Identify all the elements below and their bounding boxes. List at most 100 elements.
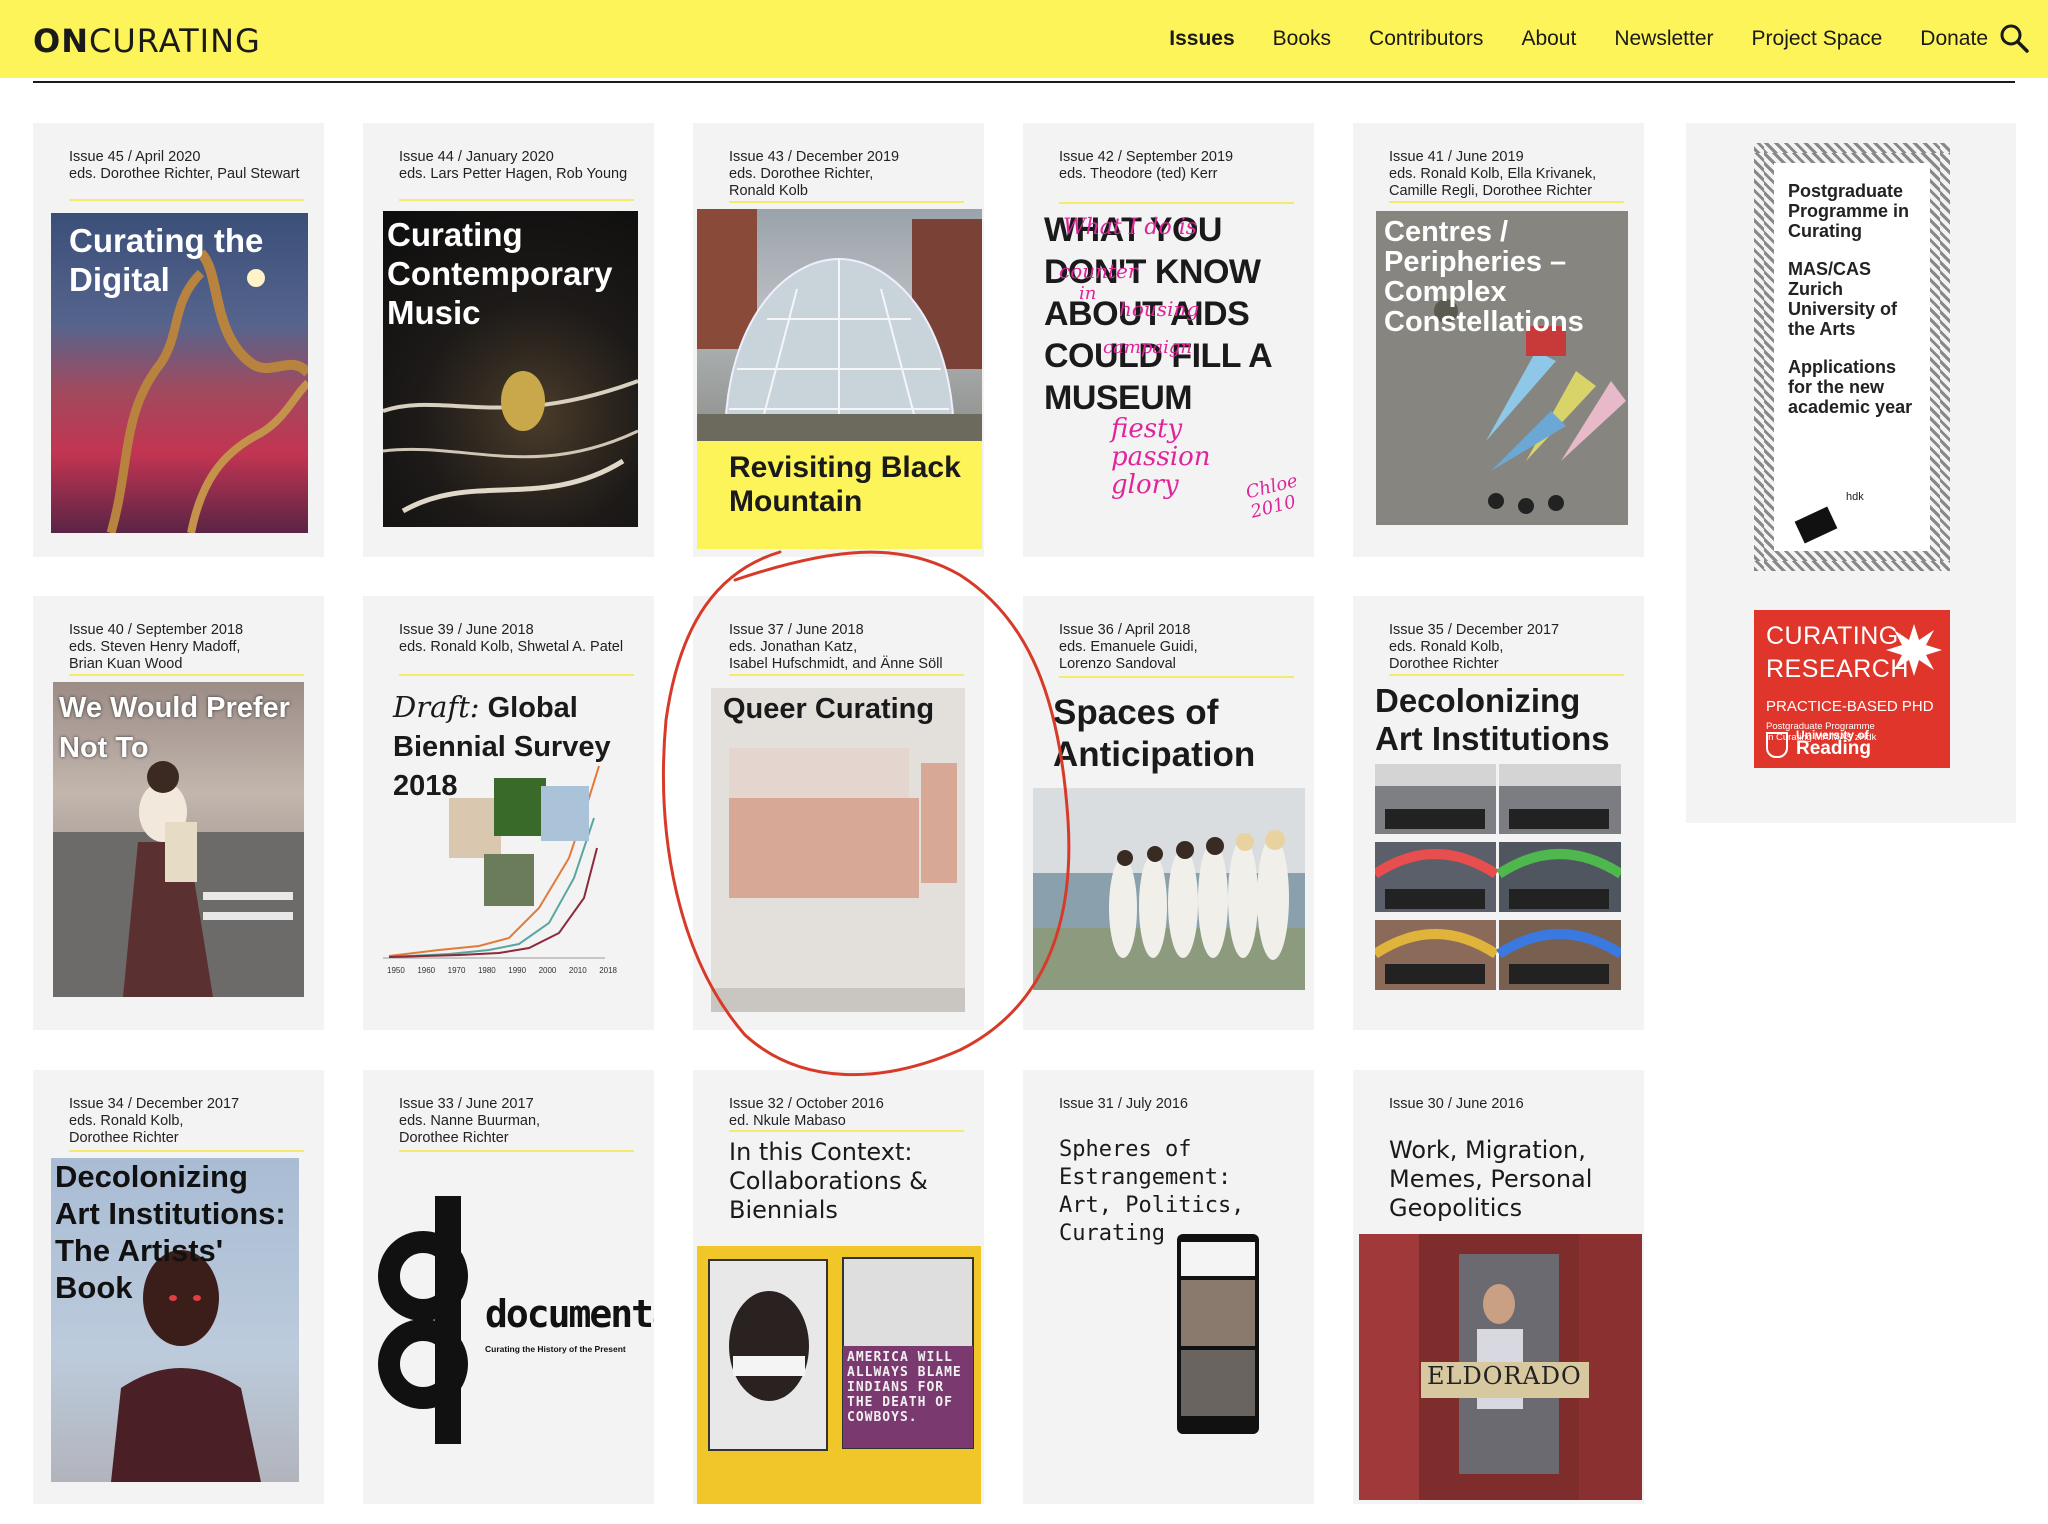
issue-number: Issue 34 / December 2017 xyxy=(69,1096,240,1112)
ad-text: MAS/CAS Zurich University of the Arts xyxy=(1788,259,1898,339)
issue-cover[interactable]: We Would Prefer Not To xyxy=(53,682,304,997)
issue-editors: eds. Theodore (ted) Kerr xyxy=(1059,166,1218,182)
meta-separator xyxy=(69,199,304,201)
issue-cover[interactable]: Decolonizing Art Institutions xyxy=(1353,682,1644,1012)
handwriting: counter xyxy=(1059,259,1138,283)
cover-artwork xyxy=(1033,788,1305,990)
issue-number: Issue 39 / June 2018 xyxy=(399,622,534,638)
issue-card-37[interactable]: Issue 37 / June 2018 eds. Jonathan Katz,… xyxy=(693,596,984,1030)
issue-cover[interactable]: WHAT YOU DON'T KNOW ABOUT AIDS COULD FIL… xyxy=(1023,209,1314,557)
nav-project-space[interactable]: Project Space xyxy=(1752,27,1883,51)
issue-card-39[interactable]: Issue 39 / June 2018 eds. Ronald Kolb, S… xyxy=(363,596,654,1030)
issue-cover[interactable]: Queer Curating xyxy=(711,688,965,1012)
nav-about[interactable]: About xyxy=(1521,27,1576,51)
issue-cover[interactable]: Centres / Peripheries – Complex Constell… xyxy=(1376,211,1628,525)
issue-editors: eds. Lars Petter Hagen, Rob Young xyxy=(399,166,628,182)
issue-cover[interactable]: In this Context: Collaborations & Bienni… xyxy=(693,1138,984,1504)
zhdk-logo-text: hdk xyxy=(1846,491,1864,503)
cover-artwork-grid xyxy=(1375,764,1621,990)
issue-editors: eds. Emanuele Guidi, xyxy=(1059,639,1198,655)
handwriting: passion xyxy=(1111,442,1211,472)
issue-number: Issue 40 / September 2018 xyxy=(69,622,244,638)
issue-card-44[interactable]: Issue 44 / January 2020 eds. Lars Petter… xyxy=(363,123,654,557)
meta-separator xyxy=(1389,674,1624,676)
cover-artwork xyxy=(711,688,965,1012)
issue-number: Issue 33 / June 2017 xyxy=(399,1096,534,1112)
cover-title: Curating the Digital xyxy=(69,222,264,298)
issue-card-40[interactable]: Issue 40 / September 2018 eds. Steven He… xyxy=(33,596,324,1030)
issue-card-34[interactable]: Issue 34 / December 2017 eds. Ronald Kol… xyxy=(33,1070,324,1504)
zhdk-ad[interactable]: Postgraduate Programme in Curating MAS/C… xyxy=(1754,143,1950,571)
meta-separator xyxy=(399,674,634,676)
zhdk-logo-icon xyxy=(1794,506,1838,544)
cover-title: In this Context: Collaborations & Bienni… xyxy=(729,1138,928,1224)
sidebar: Postgraduate Programme in Curating MAS/C… xyxy=(1686,123,2016,823)
nav-books[interactable]: Books xyxy=(1273,27,1331,51)
nav-donate[interactable]: Donate xyxy=(1920,27,1988,51)
nav-contributors[interactable]: Contributors xyxy=(1369,27,1483,51)
cover-title: Centres / Peripheries – Complex Constell… xyxy=(1384,216,1584,338)
meta-separator xyxy=(69,1150,304,1152)
issue-card-41[interactable]: Issue 41 / June 2019 eds. Ronald Kolb, E… xyxy=(1353,123,1644,557)
meta-separator xyxy=(1389,201,1624,203)
handwriting: glory xyxy=(1111,470,1179,500)
issue-cover[interactable]: documenta Curating the History of the Pr… xyxy=(363,1158,654,1488)
handwriting: What I do is xyxy=(1063,215,1198,240)
issue-meta: Issue 41 / June 2019 eds. Ronald Kolb, E… xyxy=(1389,149,1624,200)
issue-meta: Issue 43 / December 2019 eds. Dorothee R… xyxy=(729,149,964,200)
cover-sign: ELDORADO xyxy=(1427,1362,1582,1390)
issue-card-32[interactable]: Issue 32 / October 2016 ed. Nkule Mabaso… xyxy=(693,1070,984,1504)
nav-issues[interactable]: Issues xyxy=(1169,27,1234,51)
issue-meta: Issue 37 / June 2018 eds. Jonathan Katz,… xyxy=(729,622,964,673)
cover-title: Work, Migration, Memes, Personal Geopoli… xyxy=(1389,1136,1593,1222)
issue-card-36[interactable]: Issue 36 / April 2018 eds. Emanuele Guid… xyxy=(1023,596,1314,1030)
issue-cover[interactable]: Curating Contemporary Music xyxy=(383,211,638,527)
issue-cover[interactable]: Decolonizing Art Institutions: The Artis… xyxy=(51,1158,299,1482)
handwriting: campaign xyxy=(1103,337,1193,358)
issue-editors: eds. Dorothee Richter, Paul Stewart xyxy=(69,166,300,182)
meta-separator xyxy=(399,1150,634,1152)
issue-cover[interactable]: Revisiting Black Mountain xyxy=(697,209,982,549)
site-header: ONCURATING Issues Books Contributors Abo… xyxy=(0,0,2048,78)
zhdk-ad-content: Postgraduate Programme in Curating MAS/C… xyxy=(1774,163,1930,551)
cover-title: Curating Contemporary Music xyxy=(387,216,613,331)
axis-label: 1960 xyxy=(417,966,436,975)
issue-card-43[interactable]: Issue 43 / December 2019 eds. Dorothee R… xyxy=(693,123,984,557)
issue-cover[interactable]: Draft: Global Biennial Survey 2018 1950 1… xyxy=(363,688,654,1008)
nav-newsletter[interactable]: Newsletter xyxy=(1614,27,1713,51)
issue-card-31[interactable]: Issue 31 / July 2016 Spheres of Estrange… xyxy=(1023,1070,1314,1504)
issue-meta: Issue 40 / September 2018 eds. Steven He… xyxy=(69,622,304,673)
meta-separator xyxy=(399,199,634,201)
starburst-icon xyxy=(1886,624,1942,676)
issue-card-35[interactable]: Issue 35 / December 2017 eds. Ronald Kol… xyxy=(1353,596,1644,1030)
cover-photo: ELDORADO xyxy=(1359,1234,1642,1500)
issue-meta: Issue 42 / September 2019 eds. Theodore … xyxy=(1059,149,1294,183)
issue-card-33[interactable]: Issue 33 / June 2017 eds. Nanne Buurman,… xyxy=(363,1070,654,1504)
meta-separator xyxy=(1059,676,1294,678)
issue-cover[interactable]: Spaces of Anticipation xyxy=(1023,688,1314,1008)
documenta-logo-mark xyxy=(378,1196,468,1444)
search-icon[interactable] xyxy=(1998,22,2030,54)
issue-cover[interactable]: Spheres of Estrangement: Art, Politics, … xyxy=(1023,1136,1314,1504)
curating-research-ad[interactable]: CURATING RESEARCH PRACTICE-BASED PHD Pos… xyxy=(1754,610,1950,768)
site-logo[interactable]: ONCURATING xyxy=(33,22,261,60)
cover-title: documenta xyxy=(485,1292,654,1336)
issue-number: Issue 42 / September 2019 xyxy=(1059,149,1234,165)
issue-cover[interactable]: Work, Migration, Memes, Personal Geopoli… xyxy=(1353,1136,1644,1504)
issue-editors-cont: Lorenzo Sandoval xyxy=(1059,656,1176,672)
issue-editors-cont: Camille Regli, Dorothee Richter xyxy=(1389,183,1593,199)
issue-card-45[interactable]: Issue 45 / April 2020 eds. Dorothee Rich… xyxy=(33,123,324,557)
axis-label: 2000 xyxy=(538,966,557,975)
issue-editors: eds. Jonathan Katz, xyxy=(729,639,858,655)
issue-editors: eds. Ronald Kolb, Ella Krivanek, xyxy=(1389,166,1597,182)
issue-cover[interactable]: Curating the Digital xyxy=(51,213,308,533)
issue-editors: eds. Ronald Kolb, Shwetal A. Patel xyxy=(399,639,624,655)
issue-editors: ed. Nkule Mabaso xyxy=(729,1113,846,1129)
issue-editors-cont: Ronald Kolb xyxy=(729,183,808,199)
cover-artwork xyxy=(697,209,982,442)
issue-card-42[interactable]: Issue 42 / September 2019 eds. Theodore … xyxy=(1023,123,1314,557)
issue-card-30[interactable]: Issue 30 / June 2016 Work, Migration, Me… xyxy=(1353,1070,1644,1504)
issue-meta: Issue 39 / June 2018 eds. Ronald Kolb, S… xyxy=(399,622,634,656)
cover-sign: AMERICA WILL ALLWAYS BLAME INDIANS FOR T… xyxy=(847,1350,962,1425)
handwriting: housing xyxy=(1119,297,1200,321)
